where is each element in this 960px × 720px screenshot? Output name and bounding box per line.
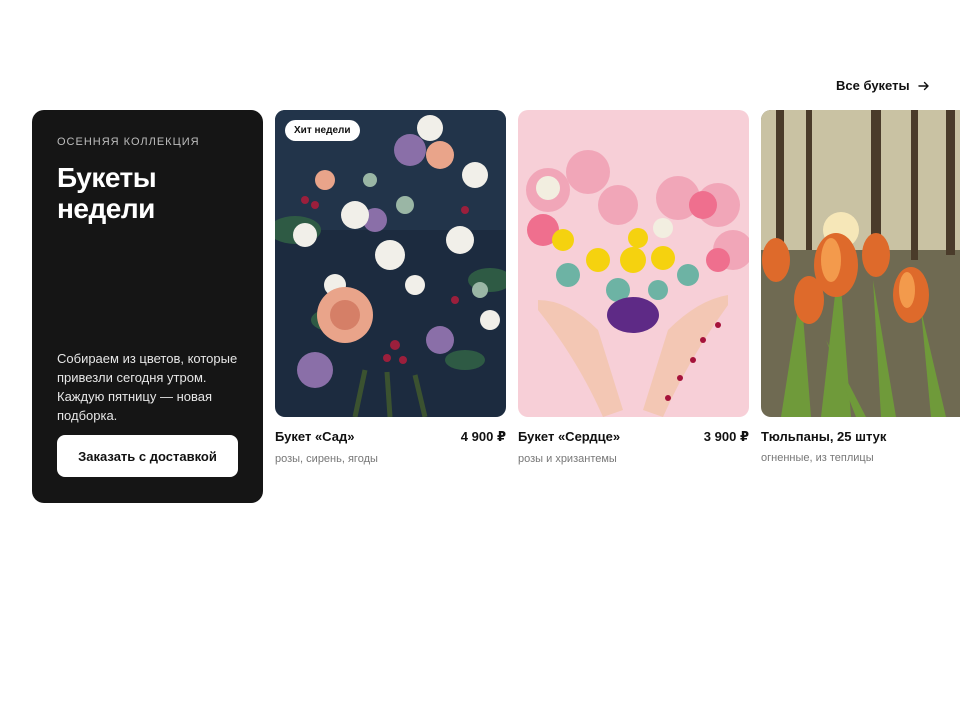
tulips-photo[interactable] (761, 110, 960, 417)
promo-title: Букеты недели (57, 162, 157, 224)
arrow-right-icon (917, 81, 929, 90)
product-card[interactable]: Букет «Сердце» 3 900 ₽ розы и хризантемы (518, 110, 749, 465)
heart-bouquet-photo[interactable] (518, 110, 749, 417)
product-card[interactable]: Тюльпаны, 25 штук 4 1 огненные, из тепли… (761, 110, 960, 464)
product-price: 4 900 ₽ (460, 429, 506, 444)
hit-badge: Хит недели (285, 120, 360, 141)
promo-card: Осенняя коллекция Букеты недели Собираем… (32, 110, 263, 503)
product-subtitle: огненные, из теплицы (761, 452, 874, 464)
garden-bouquet-photo[interactable]: Хит недели (275, 110, 506, 417)
all-bouquets-link[interactable]: Все букеты (836, 78, 930, 93)
promo-eyebrow: Осенняя коллекция (57, 136, 200, 148)
product-subtitle: розы, сирень, ягоды (275, 453, 378, 465)
promo-description: Собираем из цветов, которые привезли сег… (57, 351, 238, 423)
product-subtitle: розы и хризантемы (518, 453, 617, 465)
order-delivery-button[interactable]: Заказать с доставкой (57, 435, 238, 477)
product-name: Букет «Сад» (275, 429, 355, 444)
product-card[interactable]: Хит недели Букет «Сад» 4 900 ₽ розы, сир… (275, 110, 506, 465)
product-price: 3 900 ₽ (703, 429, 749, 444)
product-name: Тюльпаны, 25 штук (761, 429, 887, 444)
product-name: Букет «Сердце» (518, 429, 621, 444)
all-bouquets-label: Все букеты (836, 78, 910, 93)
